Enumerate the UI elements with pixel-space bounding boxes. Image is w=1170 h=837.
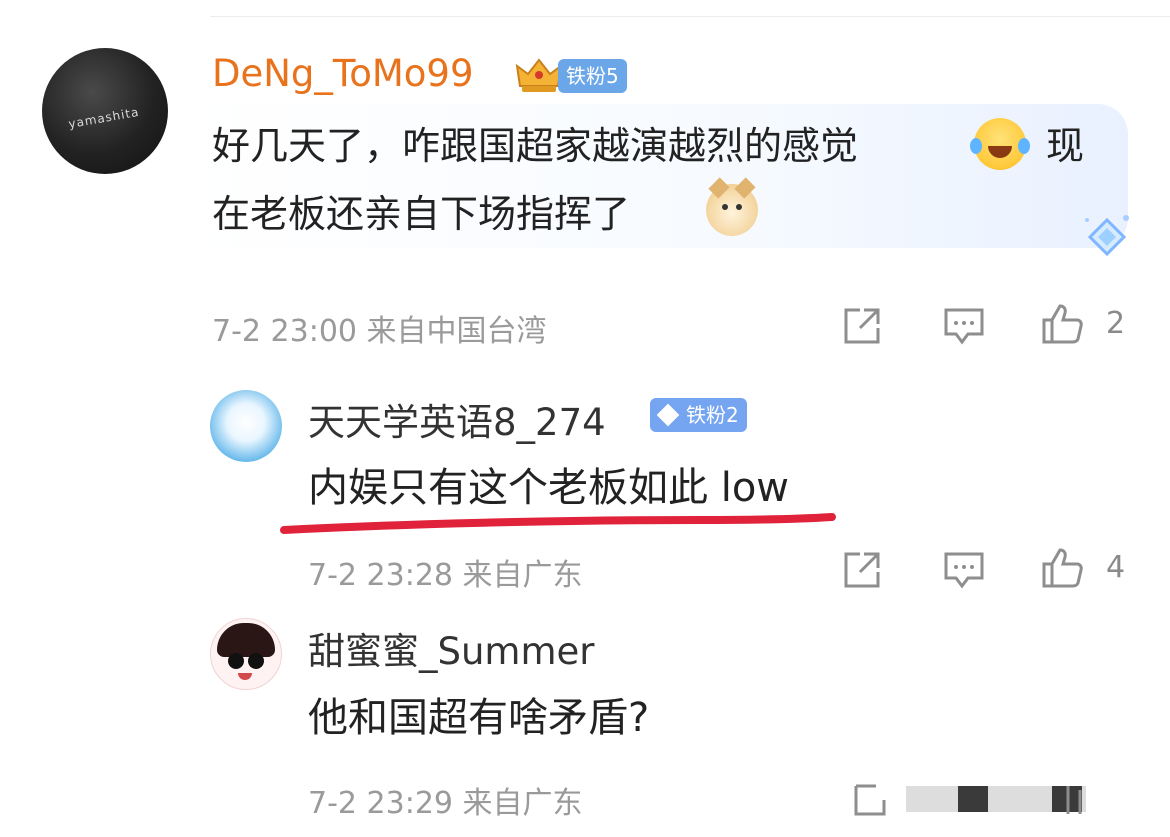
avatar-text: yamashita: [67, 104, 141, 132]
crown-icon: [515, 58, 563, 92]
diamond-sparkle-icon: [1085, 215, 1129, 257]
doge-emoji-icon: [706, 177, 758, 236]
comment-meta: 7-2 23:00 来自中国台湾: [212, 314, 547, 349]
comment-text-line1-tail: 现: [1046, 124, 1085, 168]
username[interactable]: DeNg_ToMo99: [212, 52, 474, 95]
watermark-icon: [848, 784, 1148, 816]
avatar[interactable]: yamashita: [42, 48, 168, 174]
fan-badge: 铁粉2: [650, 398, 747, 432]
comment-icon[interactable]: [942, 548, 986, 592]
comment-meta: 7-2 23:29 来自广东: [308, 786, 583, 821]
username[interactable]: 甜蜜蜜_Summer: [308, 621, 595, 675]
laugh-cry-emoji-icon: [970, 118, 1030, 170]
top-divider: [210, 16, 1170, 17]
like-count: 4: [1106, 550, 1126, 585]
like-icon[interactable]: [1040, 302, 1084, 346]
red-underline-annotation: [280, 513, 836, 534]
like-icon[interactable]: [1040, 546, 1084, 590]
comment-text-line2: 在老板还亲自下场指挥了: [212, 192, 631, 236]
like-count: 2: [1106, 306, 1126, 341]
comment-text: 内娱只有这个老板如此 low: [308, 465, 790, 511]
avatar[interactable]: [210, 618, 282, 690]
share-icon[interactable]: [840, 304, 884, 348]
comment-icon[interactable]: [942, 304, 986, 348]
avatar[interactable]: [210, 390, 282, 462]
share-icon[interactable]: [840, 548, 884, 592]
comment-meta: 7-2 23:28 来自广东: [308, 558, 583, 593]
comment-text: 他和国超有啥矛盾?: [308, 695, 650, 741]
username[interactable]: 天天学英语8_274: [308, 392, 606, 446]
comment-text-line1: 好几天了，咋跟国超家越演越烈的感觉: [212, 124, 859, 168]
diamond-icon: [656, 403, 680, 427]
fan-badge: 铁粉5: [558, 59, 627, 93]
